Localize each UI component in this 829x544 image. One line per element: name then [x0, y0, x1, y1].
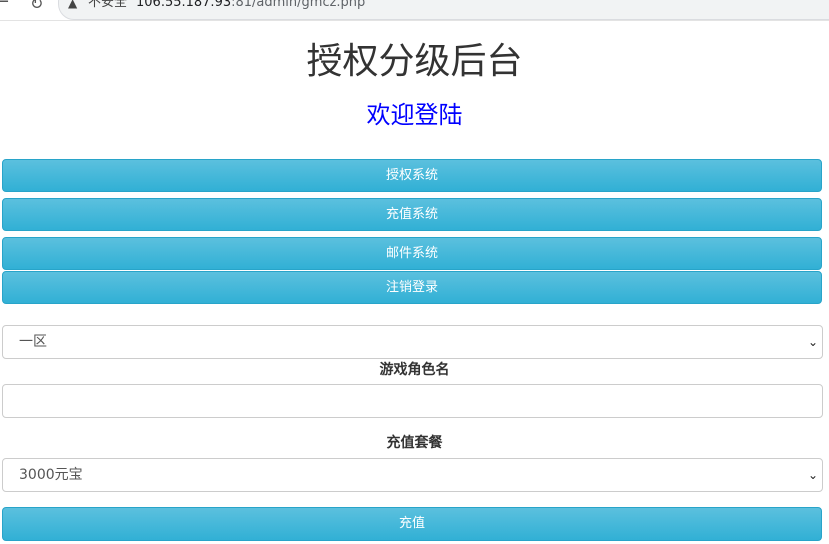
- recharge-system-button[interactable]: 充值系统: [2, 198, 822, 231]
- logout-button[interactable]: 注销登录: [2, 271, 822, 304]
- browser-toolbar: ← ↻ ▲ 不安全 106.55.187.93:81/admin/gmcz.ph…: [0, 0, 829, 21]
- warning-icon[interactable]: ▲: [68, 0, 77, 12]
- chevron-down-icon: ⌄: [807, 468, 818, 482]
- server-select-value: 一区: [19, 334, 47, 350]
- authorization-system-button[interactable]: 授权系统: [2, 159, 822, 192]
- package-label: 充值套餐: [386, 435, 443, 451]
- package-select-value: 3000元宝: [19, 467, 83, 483]
- security-label[interactable]: 不安全: [88, 0, 127, 12]
- reload-icon[interactable]: ↻: [30, 0, 43, 14]
- recharge-submit-button[interactable]: 充值: [2, 507, 822, 541]
- role-name-label: 游戏角色名: [379, 362, 450, 378]
- welcome-subtitle: 欢迎登陆: [366, 101, 463, 129]
- role-name-input[interactable]: [2, 384, 823, 418]
- url-text[interactable]: 106.55.187.93:81/admin/gmcz.php: [136, 0, 365, 12]
- url-path: :81/admin/gmcz.php: [231, 0, 366, 10]
- server-select[interactable]: 一区 ⌄: [2, 325, 823, 359]
- mail-system-button[interactable]: 邮件系统: [2, 237, 822, 270]
- back-arrow-icon[interactable]: ←: [0, 0, 9, 12]
- package-select[interactable]: 3000元宝 ⌄: [2, 458, 823, 492]
- chevron-down-icon: ⌄: [807, 335, 818, 349]
- page-title: 授权分级后台: [306, 41, 523, 82]
- url-host: 106.55.187.93: [136, 0, 232, 10]
